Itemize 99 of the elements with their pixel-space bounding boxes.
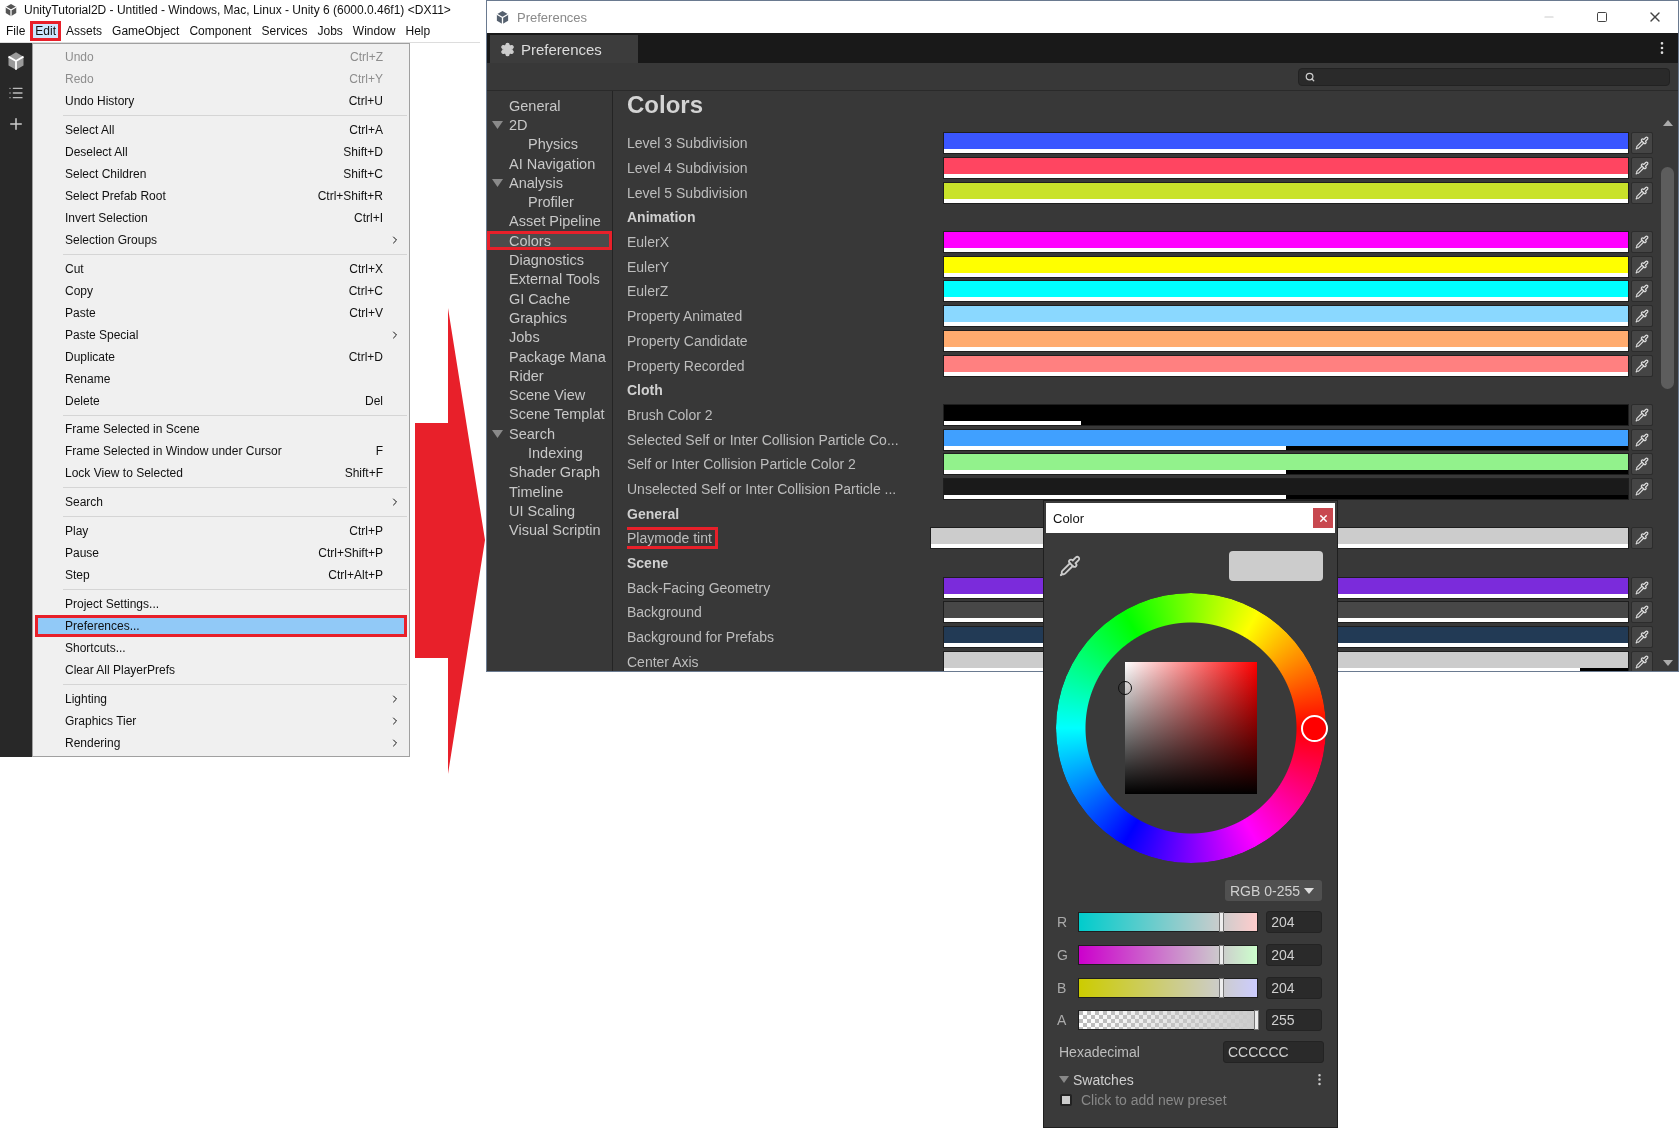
color-label: Back-Facing Geometry	[627, 579, 772, 596]
color-label: Property Animated	[627, 308, 744, 325]
sidebar-item[interactable]: UI Scaling	[487, 501, 612, 521]
sidebar-item[interactable]: Package Mana	[487, 346, 612, 367]
color-label: Center Axis	[627, 653, 700, 670]
dialog-title: Color	[1053, 510, 1085, 526]
menu-item[interactable]: Paste Ctrl+V	[35, 301, 407, 324]
sidebar-item[interactable]: Shader Graph	[487, 462, 612, 482]
channel-value-field[interactable]: 204	[1266, 944, 1322, 967]
channel-label: A	[1057, 1012, 1068, 1029]
menu-item[interactable]: Step Ctrl+Alt+P	[35, 564, 407, 587]
menu-bar-item[interactable]: Edit	[30, 21, 62, 41]
sidebar-item[interactable]: Scene Templat	[487, 404, 612, 425]
menu-item[interactable]: Rendering	[35, 732, 407, 755]
color-label: Playmode tint	[627, 527, 718, 550]
color-label: EulerY	[627, 258, 671, 275]
menu-item[interactable]: Rename	[35, 367, 407, 390]
sidebar-item[interactable]: Visual Scriptin	[487, 520, 612, 540]
menu-item[interactable]: Frame Selected in Window under Cursor F	[35, 440, 407, 463]
color-label: Background	[627, 604, 703, 621]
sidebar-item[interactable]: Profiler	[487, 192, 612, 212]
sidebar-item[interactable]: Physics	[487, 134, 612, 154]
color-label: Property Candidate	[627, 332, 749, 349]
menu-item[interactable]: Undo History Ctrl+U	[35, 89, 407, 112]
color-label: EulerX	[627, 234, 671, 251]
sidebar-item[interactable]: AI Navigation	[487, 153, 612, 174]
menu-bar-item[interactable]: Services	[256, 21, 313, 41]
channel-label: R	[1057, 914, 1069, 931]
menu-item[interactable]: Preferences...	[35, 615, 407, 638]
color-label: Level 5 Subdivision	[627, 184, 749, 201]
menu-bar-item[interactable]: Assets	[61, 21, 108, 41]
menu-bar-item[interactable]: File	[1, 21, 31, 41]
menu-bar-item[interactable]: Component	[184, 21, 257, 41]
color-label: Unselected Self or Inter Collision Particle ...	[627, 480, 898, 497]
channel-value-field[interactable]: 255	[1266, 1009, 1322, 1032]
menu-bar-item[interactable]: Help	[400, 21, 436, 41]
color-label: Selected Self or Inter Collision Particle Co...	[627, 431, 900, 448]
color-label: Level 4 Subdivision	[627, 160, 749, 177]
swatches-label[interactable]: Swatches	[1073, 1071, 1308, 1088]
menu-bar-item[interactable]: GameObject	[107, 21, 185, 41]
menu-item[interactable]: Play Ctrl+P	[35, 520, 407, 543]
channel-label: B	[1057, 979, 1068, 996]
sidebar-item[interactable]: Rider	[487, 366, 612, 386]
sidebar-item[interactable]: External Tools	[487, 269, 612, 289]
menu-item[interactable]: Lighting	[35, 688, 407, 711]
sidebar-item[interactable]: Scene View	[487, 385, 612, 405]
channel-value-field[interactable]: 204	[1266, 976, 1322, 999]
menu-item[interactable]: Select All Ctrl+A	[35, 118, 407, 141]
menu-bar-item[interactable]: Jobs	[312, 21, 348, 41]
preferences-tab[interactable]: Preferences	[490, 35, 638, 63]
channel-value-field[interactable]: 204	[1266, 911, 1322, 934]
menu-item[interactable]: Select Prefab Root Ctrl+Shift+R	[35, 184, 407, 207]
menu-item[interactable]: Cut Ctrl+X	[35, 257, 407, 280]
sidebar-item[interactable]: Analysis	[487, 173, 612, 193]
menu-item[interactable]: Duplicate Ctrl+D	[35, 345, 407, 368]
group-header: Animation	[627, 209, 697, 226]
sidebar-item[interactable]: General	[487, 96, 612, 116]
color-label: Background for Prefabs	[627, 629, 776, 646]
sidebar-item[interactable]: Jobs	[487, 327, 612, 347]
menu-item[interactable]: Search	[35, 491, 407, 514]
sidebar-item[interactable]: Graphics	[487, 308, 612, 328]
menu-item[interactable]: Select Children Shift+C	[35, 162, 407, 185]
sidebar-item[interactable]: Colors	[487, 231, 612, 251]
color-label: EulerZ	[627, 283, 670, 300]
hex-label: Hexadecimal	[1059, 1043, 1140, 1060]
menu-item[interactable]: Selection Groups	[35, 228, 407, 251]
channel-label: G	[1057, 947, 1069, 964]
menu-item[interactable]: Delete Del	[35, 389, 407, 412]
sidebar-item[interactable]: Timeline	[487, 481, 612, 502]
group-header: General	[627, 505, 681, 522]
menu-item[interactable]: Deselect All Shift+D	[35, 140, 407, 163]
color-label: Property Recorded	[627, 357, 746, 374]
menu-item[interactable]: Clear All PlayerPrefs	[35, 659, 407, 682]
mode-dropdown[interactable]: RGB 0-255	[1224, 880, 1322, 901]
color-label: Level 3 Subdivision	[627, 135, 749, 152]
menu-item[interactable]: Graphics Tier	[35, 710, 407, 733]
sidebar-item[interactable]: Asset Pipeline	[487, 211, 612, 232]
sidebar-item[interactable]: GI Cache	[487, 288, 612, 309]
window-title: UnityTutorial2D - Untitled - Windows, Mac, Linux - Unity 6 (6000.0.46f1) <DX11>	[24, 3, 451, 17]
menu-item[interactable]: Paste Special	[35, 323, 407, 346]
menu-item[interactable]: Project Settings...	[35, 593, 407, 616]
menu-item[interactable]: Invert Selection Ctrl+I	[35, 206, 407, 229]
menu-item[interactable]: Copy Ctrl+C	[35, 279, 407, 302]
sidebar-item[interactable]: Diagnostics	[487, 250, 612, 270]
menu-bar-item[interactable]: Window	[347, 21, 401, 41]
color-label: Self or Inter Collision Particle Color 2	[627, 456, 857, 473]
sidebar-item[interactable]: 2D	[487, 115, 612, 135]
menu-item[interactable]: Shortcuts...	[35, 637, 407, 660]
menu-item[interactable]: Frame Selected in Scene	[35, 418, 407, 441]
menu-item[interactable]: Lock View to Selected Shift+F	[35, 462, 407, 485]
group-header: Scene	[627, 555, 670, 572]
menu-item[interactable]: Pause Ctrl+Shift+P	[35, 542, 407, 565]
sidebar-item[interactable]: Search	[487, 424, 612, 444]
hex-field[interactable]: CCCCCC	[1223, 1040, 1324, 1063]
color-label: Brush Color 2	[627, 406, 714, 423]
window-title: Preferences	[517, 9, 589, 25]
sidebar-item[interactable]: Indexing	[487, 443, 612, 463]
section-heading: Colors	[627, 91, 704, 118]
group-header: Cloth	[627, 382, 664, 399]
